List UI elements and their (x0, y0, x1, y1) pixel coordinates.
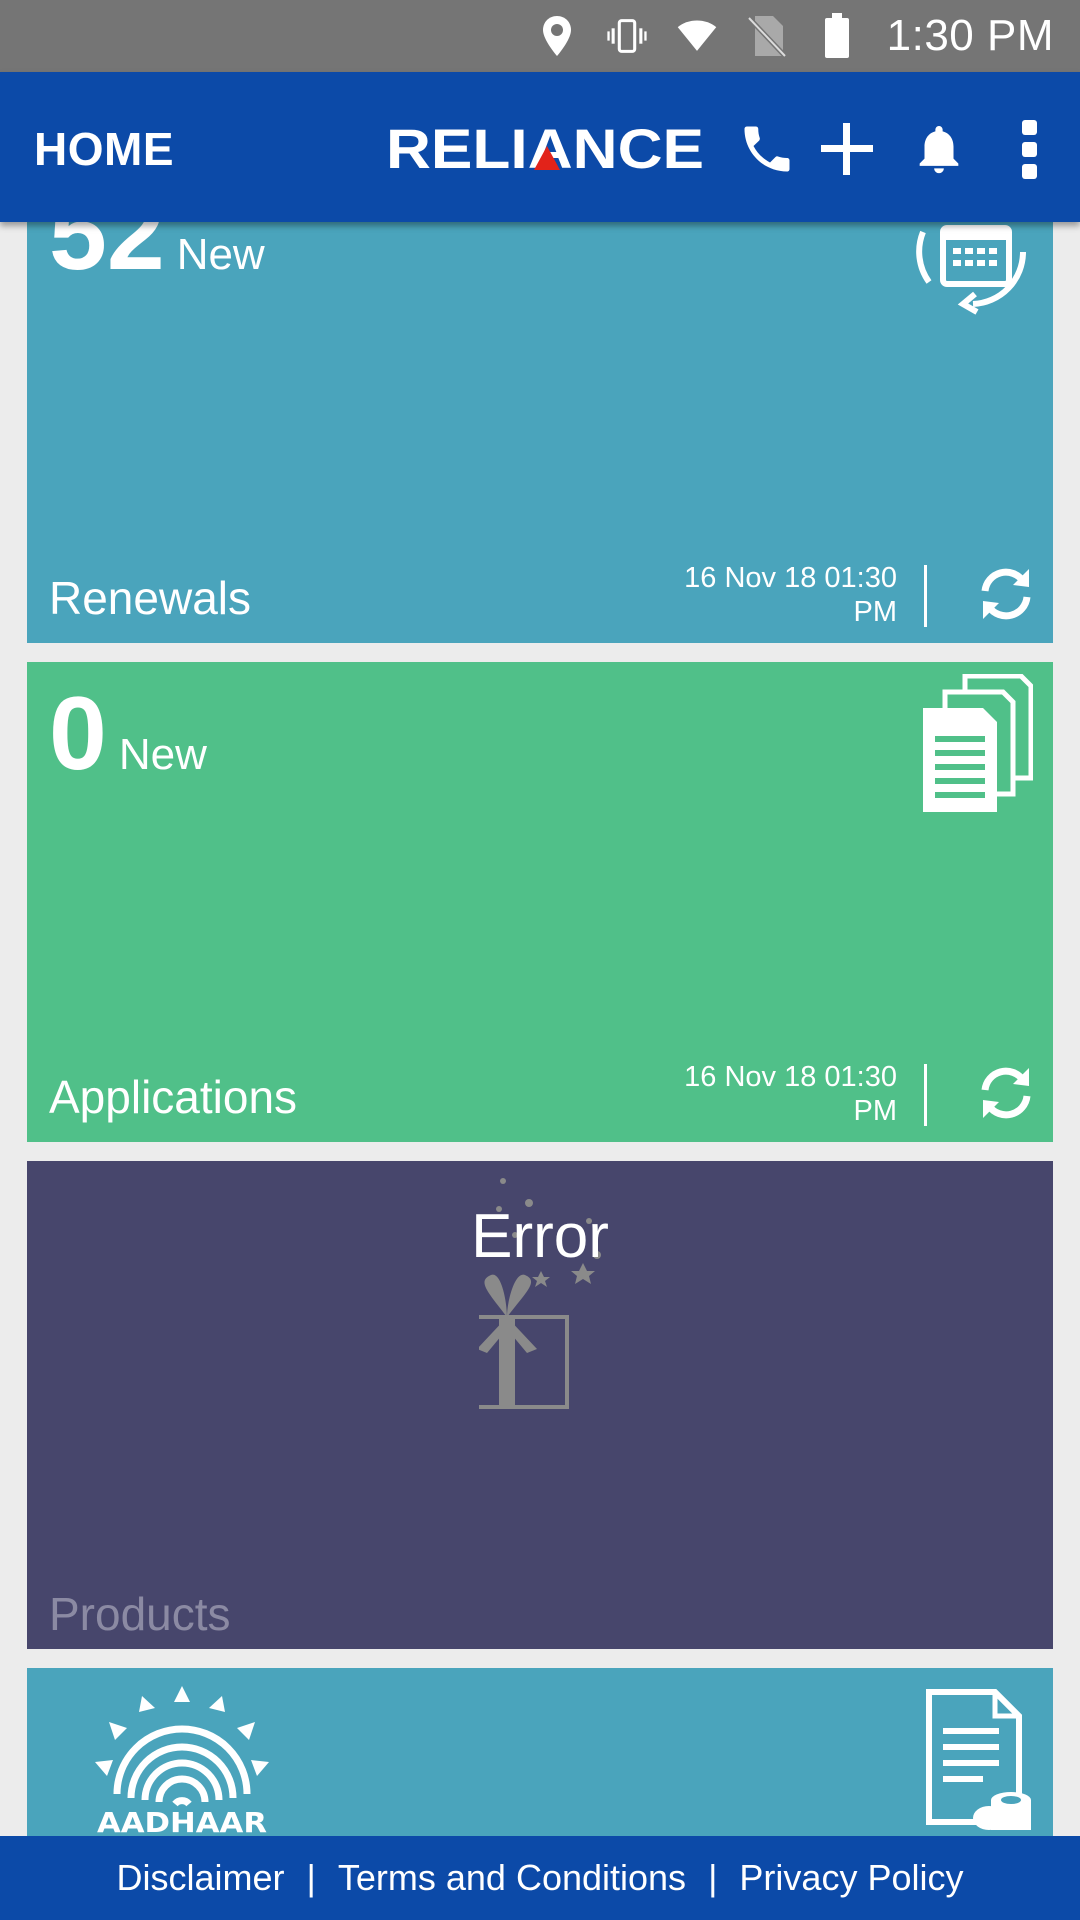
battery-icon (817, 13, 857, 58)
aadhaar-logo-text: AADHAAR (97, 1806, 267, 1836)
no-sim-icon (746, 14, 787, 58)
renewals-label: Renewals (49, 572, 251, 624)
more-vert-icon[interactable] (994, 114, 1064, 184)
documents-icon (923, 674, 1033, 812)
bell-icon[interactable] (904, 114, 974, 184)
applications-timestamp-line2: PM (853, 1095, 898, 1127)
status-time: 1:30 PM (886, 11, 1054, 60)
renewals-count-suffix: New (176, 230, 265, 279)
renewals-count-row: 52 New (49, 222, 265, 286)
document-coins-icon (926, 1689, 1031, 1830)
vibrate-icon (607, 14, 647, 58)
footer-separator: | (708, 1857, 718, 1898)
wifi-icon (677, 14, 717, 58)
renewals-timestamp: 16 Nov 18 01:30 PM (657, 561, 897, 629)
dashboard-content[interactable]: 52 New Renewals 16 Nov 18 01:30 PM 0 New (0, 222, 1080, 1836)
disclaimer-link[interactable]: Disclaimer (117, 1857, 285, 1899)
renewals-count: 52 (49, 222, 165, 292)
products-error-text: Error (471, 1202, 609, 1271)
applications-count: 0 (49, 676, 107, 792)
renewals-tile[interactable]: 52 New Renewals 16 Nov 18 01:30 PM (27, 222, 1053, 643)
privacy-policy-link[interactable]: Privacy Policy (739, 1857, 963, 1899)
status-bar: 1:30 PM (0, 0, 1080, 72)
renewals-timestamp-line1: 16 Nov 18 01:30 (684, 562, 897, 594)
products-tile[interactable]: Error Products (27, 1161, 1053, 1649)
applications-timestamp-line1: 16 Nov 18 01:30 (684, 1061, 897, 1093)
applications-timestamp: 16 Nov 18 01:30 PM (657, 1060, 897, 1128)
aadhaar-tile[interactable]: AADHAAR (27, 1668, 1053, 1836)
aadhaar-logo: AADHAAR (95, 1686, 269, 1836)
terms-link[interactable]: Terms and Conditions (338, 1857, 686, 1899)
reliance-logo-text: RELIANCE (386, 118, 704, 180)
calendar-refresh-icon (916, 225, 1026, 315)
applications-count-row: 0 New (49, 682, 207, 786)
applications-divider (924, 1064, 927, 1126)
phone-icon[interactable] (732, 114, 802, 184)
applications-refresh-icon[interactable] (977, 1064, 1035, 1122)
products-label: Products (49, 1588, 231, 1640)
reliance-logo: RELIANCE (386, 118, 704, 180)
renewals-refresh-icon[interactable] (977, 565, 1035, 623)
applications-tile[interactable]: 0 New Applications 16 Nov 18 01:30 PM (27, 662, 1053, 1142)
page-title: HOME (34, 123, 174, 175)
add-icon[interactable] (812, 114, 882, 184)
app-bar: HOME RELIANCE (0, 72, 1080, 222)
applications-label: Applications (49, 1071, 298, 1123)
renewals-divider (924, 565, 927, 627)
renewals-timestamp-line2: PM (853, 596, 898, 628)
applications-count-suffix: New (118, 730, 207, 779)
location-icon (537, 14, 577, 58)
footer-separator: | (306, 1857, 316, 1898)
footer: Disclaimer | Terms and Conditions | Priv… (0, 1836, 1080, 1920)
